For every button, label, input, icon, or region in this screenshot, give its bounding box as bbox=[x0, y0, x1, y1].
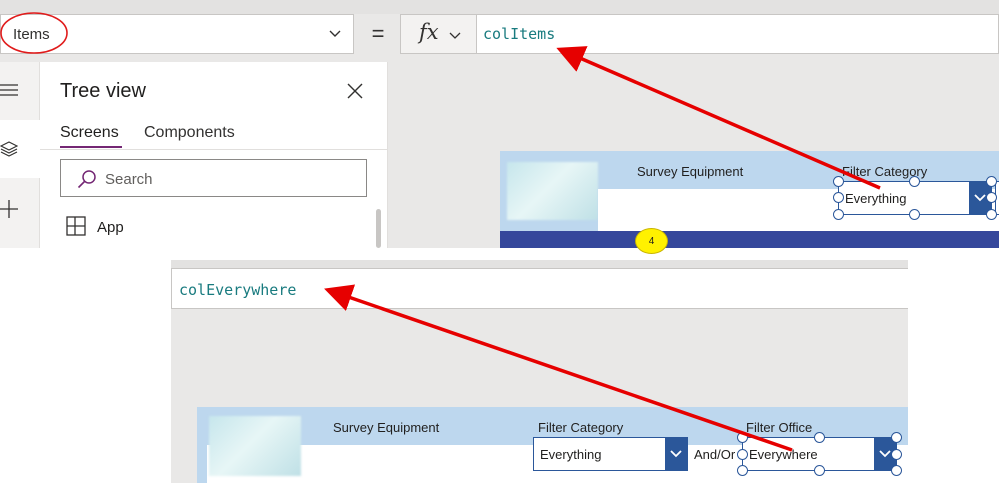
tab-screens-underline bbox=[60, 146, 122, 148]
tree-scrollbar[interactable] bbox=[376, 209, 381, 248]
formula-text-bottom: colEverywhere bbox=[179, 281, 297, 299]
search-input[interactable]: Search bbox=[60, 159, 367, 197]
filter-office-label: Filter Office bbox=[746, 420, 813, 435]
chevron-down-icon bbox=[974, 194, 986, 202]
gallery-top-bar bbox=[500, 231, 999, 248]
resize-handle[interactable] bbox=[814, 432, 825, 443]
formula-text: colItems bbox=[483, 25, 556, 43]
divider bbox=[40, 149, 388, 150]
resize-handle[interactable] bbox=[814, 465, 825, 476]
property-selector[interactable]: Items bbox=[0, 14, 354, 54]
resize-handle[interactable] bbox=[737, 465, 748, 476]
category-dropdown-value-bottom: Everything bbox=[540, 447, 602, 462]
tab-screens[interactable]: Screens bbox=[60, 124, 119, 142]
chevron-down-icon bbox=[879, 450, 891, 458]
header-logo-image bbox=[507, 162, 598, 220]
resize-handle[interactable] bbox=[833, 176, 844, 187]
tree-item-app[interactable]: App bbox=[97, 219, 124, 236]
formula-bar[interactable]: colItems bbox=[476, 14, 999, 54]
resize-handle[interactable] bbox=[891, 449, 902, 460]
close-icon[interactable] bbox=[346, 82, 364, 100]
tab-components[interactable]: Components bbox=[144, 124, 235, 142]
resize-handle[interactable] bbox=[891, 465, 902, 476]
header-logo-image-bottom bbox=[209, 416, 301, 476]
app-grid-icon bbox=[66, 216, 86, 236]
header-title: Survey Equipment bbox=[637, 164, 744, 179]
resize-handle[interactable] bbox=[909, 209, 920, 220]
hamburger-icon[interactable] bbox=[0, 82, 20, 98]
header-title-bottom: Survey Equipment bbox=[333, 420, 440, 435]
fx-button[interactable]: fx bbox=[400, 14, 476, 54]
office-dropdown-value: Everywhere bbox=[749, 447, 818, 462]
fx-label: fx bbox=[419, 20, 439, 44]
chevron-down-icon bbox=[449, 32, 461, 39]
resize-handle[interactable] bbox=[833, 209, 844, 220]
category-dropdown-value: Everything bbox=[845, 191, 907, 206]
search-placeholder: Search bbox=[105, 171, 153, 188]
resize-handle[interactable] bbox=[986, 176, 997, 187]
resize-handle[interactable] bbox=[909, 176, 920, 187]
chevron-down-icon bbox=[670, 450, 682, 458]
resize-handle[interactable] bbox=[986, 209, 997, 220]
formula-bar-bottom[interactable]: colEverywhere bbox=[171, 268, 908, 309]
tree-view-title: Tree view bbox=[60, 80, 146, 102]
resize-handle[interactable] bbox=[833, 192, 844, 203]
chevron-down-icon bbox=[329, 30, 341, 37]
count-badge: 4 bbox=[635, 228, 668, 254]
top-toolbar-strip bbox=[0, 0, 999, 14]
property-selector-value: Items bbox=[13, 26, 50, 43]
plus-icon[interactable] bbox=[0, 199, 18, 219]
equals-sign: = bbox=[371, 21, 385, 46]
dropdown-button[interactable] bbox=[665, 438, 687, 470]
resize-handle[interactable] bbox=[737, 449, 748, 460]
resize-handle[interactable] bbox=[891, 432, 902, 443]
search-icon bbox=[77, 170, 96, 189]
andor-label: And/Or bbox=[694, 447, 736, 462]
bottom-toolbar-strip bbox=[171, 260, 908, 268]
resize-handle[interactable] bbox=[737, 432, 748, 443]
layers-icon[interactable] bbox=[0, 140, 18, 158]
filter-category-label-bottom: Filter Category bbox=[538, 420, 624, 435]
category-dropdown-bottom[interactable]: Everything bbox=[533, 437, 688, 471]
resize-handle[interactable] bbox=[986, 192, 997, 203]
